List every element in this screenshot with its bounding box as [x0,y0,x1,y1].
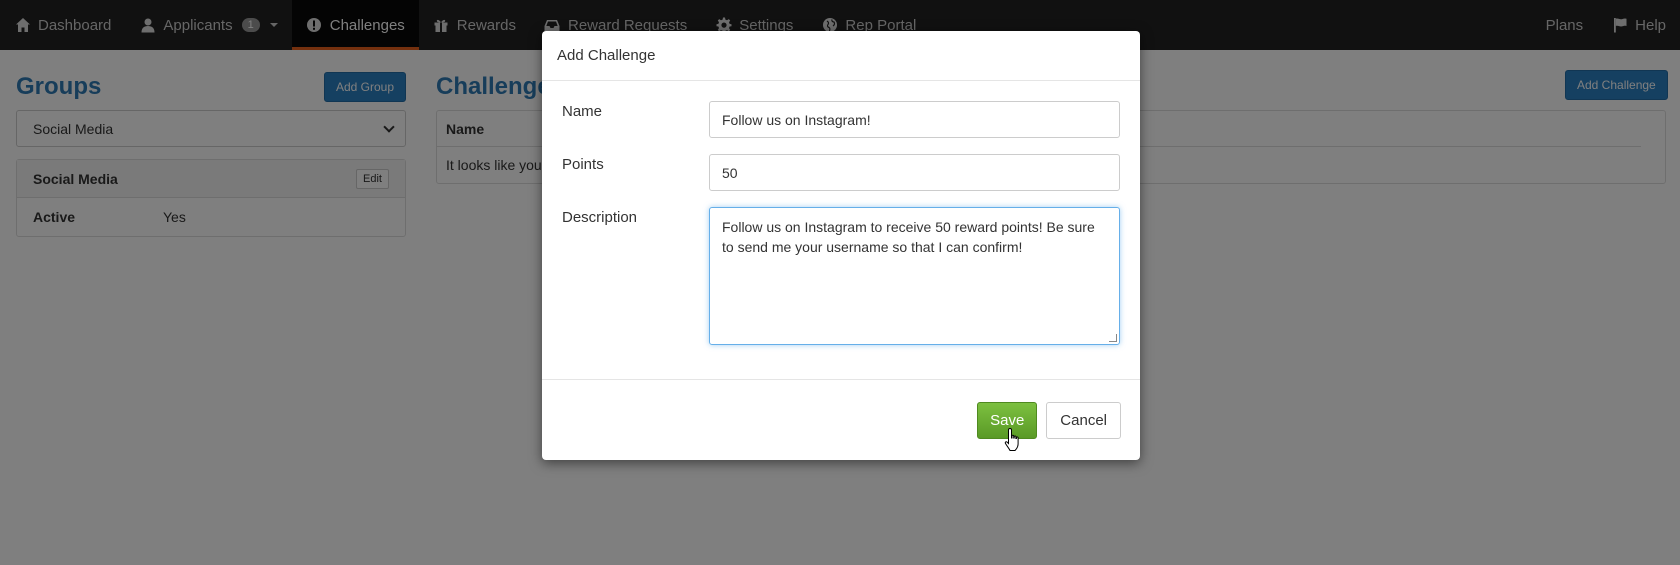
cancel-button[interactable]: Cancel [1046,401,1121,439]
points-label: Points [562,156,604,173]
resize-handle-icon[interactable] [1109,334,1117,342]
points-row: Points 50 [562,154,1120,191]
modal-title: Add Challenge [557,47,656,64]
hand-pointer-cursor-icon [1004,427,1019,451]
name-label: Name [562,103,603,120]
points-input[interactable]: 50 [709,154,1120,191]
description-label: Description [562,209,638,226]
name-row: Name Follow us on Instagram! [562,101,1120,138]
description-text: Follow us on Instagram to receive 50 rew… [722,219,1095,255]
name-input[interactable]: Follow us on Instagram! [709,101,1120,138]
modal-body: Name Follow us on Instagram! Points 50 D… [542,81,1140,380]
description-textarea[interactable]: Follow us on Instagram to receive 50 rew… [709,207,1120,345]
add-challenge-modal: Add Challenge Name Follow us on Instagra… [542,31,1140,460]
description-row: Description Follow us on Instagram to re… [562,207,1120,345]
modal-footer: Save Cancel [542,380,1140,460]
modal-header: Add Challenge [542,31,1140,81]
